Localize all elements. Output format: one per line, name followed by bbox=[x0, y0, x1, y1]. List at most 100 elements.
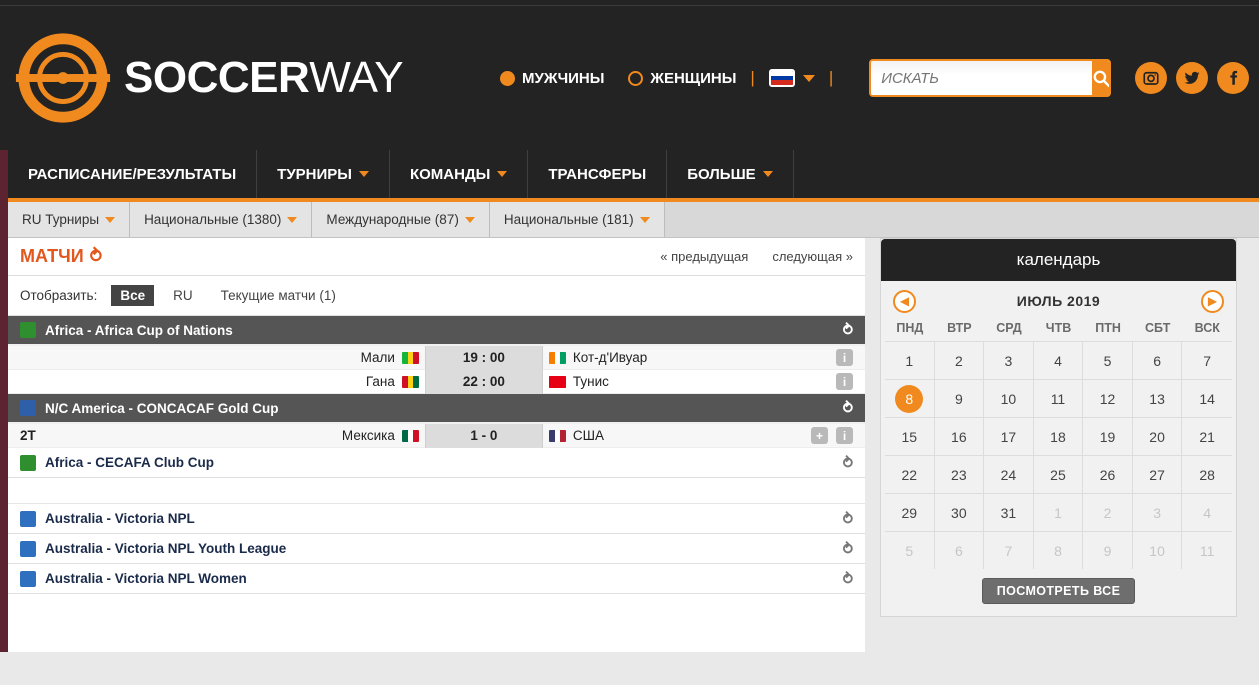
refresh-icon[interactable]: ⥁ bbox=[90, 246, 102, 267]
calendar-day-7[interactable]: 7 bbox=[984, 531, 1034, 569]
calendar-day-2[interactable]: 2 bbox=[1083, 493, 1133, 531]
away-team[interactable]: Тунис bbox=[543, 374, 775, 389]
filter-chip-ru[interactable]: RU bbox=[164, 285, 202, 306]
filter-chip-live[interactable]: Текущие матчи (1) bbox=[212, 285, 345, 306]
match-score[interactable]: 22 : 00 bbox=[424, 369, 543, 394]
plus-icon[interactable]: + bbox=[811, 427, 828, 444]
match-score[interactable]: 19 : 00 bbox=[424, 345, 543, 370]
usa-flag-icon bbox=[548, 429, 566, 442]
away-team[interactable]: США bbox=[543, 428, 775, 443]
home-team[interactable]: Гана bbox=[238, 374, 425, 389]
calendar-day-7[interactable]: 7 bbox=[1182, 341, 1232, 379]
calendar-day-24[interactable]: 24 bbox=[984, 455, 1034, 493]
calendar-day-1[interactable]: 1 bbox=[1033, 493, 1084, 531]
calendar-day-11[interactable]: 11 bbox=[1033, 379, 1084, 417]
calendar-day-19[interactable]: 19 bbox=[1083, 417, 1133, 455]
calendar-day-10[interactable]: 10 bbox=[984, 379, 1034, 417]
subnav-item-ru-tournaments[interactable]: RU Турниры bbox=[8, 202, 131, 237]
away-team[interactable]: Кот-д'Ивуар bbox=[543, 350, 775, 365]
group-header-victoria-npl-women[interactable]: Australia - Victoria NPL Women ⥁ bbox=[8, 564, 865, 594]
info-icon[interactable]: i bbox=[836, 373, 853, 390]
subnav-label: Национальные (1380) bbox=[144, 212, 282, 227]
calendar-day-21[interactable]: 21 bbox=[1182, 417, 1232, 455]
search-input[interactable] bbox=[871, 61, 1093, 95]
group-header-victoria-npl[interactable]: Australia - Victoria NPL ⥁ bbox=[8, 504, 865, 534]
logo[interactable]: SOCCERWAY bbox=[14, 29, 404, 127]
match-score[interactable]: 1 - 0 bbox=[424, 423, 543, 448]
calendar-day-3[interactable]: 3 bbox=[984, 341, 1034, 379]
calendar-day-8[interactable]: 8 bbox=[1033, 531, 1084, 569]
collapse-arrow-icon[interactable]: ⥁ bbox=[843, 399, 853, 417]
calendar-day-15[interactable]: 15 bbox=[885, 417, 935, 455]
table-row[interactable]: Мали 19 : 00 Кот-д'Ивуар i bbox=[8, 345, 865, 370]
subnav-label: Международные (87) bbox=[326, 212, 459, 227]
calendar-day-5[interactable]: 5 bbox=[885, 531, 935, 569]
calendar-day-25[interactable]: 25 bbox=[1033, 455, 1084, 493]
gender-toggle-women[interactable]: ЖЕНЩИНЫ bbox=[628, 70, 736, 87]
calendar-day-4[interactable]: 4 bbox=[1033, 341, 1084, 379]
home-team[interactable]: Мали bbox=[238, 350, 425, 365]
calendar-day-9[interactable]: 9 bbox=[1083, 531, 1133, 569]
group-header-africa-cup[interactable]: Africa - Africa Cup of Nations ⥁ bbox=[8, 316, 865, 346]
calendar-day-22[interactable]: 22 bbox=[885, 455, 935, 493]
group-header-victoria-npl-youth[interactable]: Australia - Victoria NPL Youth League ⥁ bbox=[8, 534, 865, 564]
calendar-day-5[interactable]: 5 bbox=[1083, 341, 1133, 379]
collapse-arrow-icon[interactable]: ⥁ bbox=[843, 454, 853, 472]
group-header-concacaf-gold-cup[interactable]: N/C America - CONCACAF Gold Cup ⥁ bbox=[8, 394, 865, 424]
info-icon[interactable]: i bbox=[836, 349, 853, 366]
calendar-day-28[interactable]: 28 bbox=[1182, 455, 1232, 493]
calendar-day-20[interactable]: 20 bbox=[1132, 417, 1183, 455]
search-button[interactable] bbox=[1092, 61, 1110, 95]
calendar-day-12[interactable]: 12 bbox=[1083, 379, 1133, 417]
collapse-arrow-icon[interactable]: ⥁ bbox=[843, 510, 853, 528]
next-page-link[interactable]: следующая » bbox=[772, 249, 853, 264]
subnav-item-international-87[interactable]: Международные (87) bbox=[312, 202, 490, 237]
collapse-arrow-icon[interactable]: ⥁ bbox=[843, 540, 853, 558]
twitter-icon[interactable] bbox=[1176, 62, 1208, 94]
info-icon[interactable]: i bbox=[836, 427, 853, 444]
calendar-day-13[interactable]: 13 bbox=[1132, 379, 1183, 417]
calendar-day-16[interactable]: 16 bbox=[934, 417, 985, 455]
nav-item-more[interactable]: БОЛЬШЕ bbox=[667, 150, 794, 198]
calendar-day-2[interactable]: 2 bbox=[934, 341, 985, 379]
collapse-arrow-icon[interactable]: ⥁ bbox=[843, 570, 853, 588]
calendar-day-9[interactable]: 9 bbox=[934, 379, 985, 417]
group-header-cecafa-club-cup[interactable]: Africa - CECAFA Club Cup ⥁ bbox=[8, 448, 865, 478]
instagram-icon[interactable] bbox=[1135, 62, 1167, 94]
calendar-day-14[interactable]: 14 bbox=[1182, 379, 1232, 417]
subnav-item-national-1380[interactable]: Национальные (1380) bbox=[130, 202, 313, 237]
calendar-day-11[interactable]: 11 bbox=[1182, 531, 1232, 569]
calendar-day-3[interactable]: 3 bbox=[1132, 493, 1183, 531]
language-selector[interactable] bbox=[768, 69, 815, 87]
facebook-icon[interactable] bbox=[1217, 62, 1249, 94]
calendar-day-6[interactable]: 6 bbox=[934, 531, 985, 569]
calendar-day-1[interactable]: 1 bbox=[885, 341, 935, 379]
calendar-day-27[interactable]: 27 bbox=[1132, 455, 1183, 493]
arrow-right-icon[interactable]: ▶ bbox=[1200, 289, 1224, 313]
view-all-button[interactable]: ПОСМОТРЕТЬ ВСЕ bbox=[981, 578, 1136, 604]
collapse-arrow-icon[interactable]: ⥁ bbox=[843, 321, 853, 339]
calendar-day-10[interactable]: 10 bbox=[1132, 531, 1183, 569]
calendar-day-31[interactable]: 31 bbox=[984, 493, 1034, 531]
calendar-day-6[interactable]: 6 bbox=[1132, 341, 1183, 379]
nav-item-teams[interactable]: КОМАНДЫ bbox=[390, 150, 529, 198]
nav-item-schedule[interactable]: РАСПИСАНИЕ/РЕЗУЛЬТАТЫ bbox=[8, 150, 258, 198]
calendar-day-18[interactable]: 18 bbox=[1033, 417, 1084, 455]
table-row[interactable]: 2Т Мексика 1 - 0 США + i bbox=[8, 423, 865, 448]
calendar-day-29[interactable]: 29 bbox=[885, 493, 935, 531]
gender-toggle-men[interactable]: МУЖЧИНЫ bbox=[500, 70, 604, 87]
calendar-day-8[interactable]: 8 bbox=[885, 379, 935, 417]
arrow-left-icon[interactable]: ◀ bbox=[893, 289, 916, 313]
filter-chip-all[interactable]: Все bbox=[111, 285, 155, 306]
subnav-item-national-181[interactable]: Национальные (181) bbox=[489, 202, 665, 237]
nav-item-tournaments[interactable]: ТУРНИРЫ bbox=[257, 150, 390, 198]
nav-item-transfers[interactable]: ТРАНСФЕРЫ bbox=[528, 150, 668, 198]
calendar-day-17[interactable]: 17 bbox=[984, 417, 1034, 455]
table-row[interactable]: Гана 22 : 00 Тунис i bbox=[8, 369, 865, 394]
home-team[interactable]: Мексика bbox=[238, 428, 425, 443]
calendar-day-23[interactable]: 23 bbox=[934, 455, 985, 493]
prev-page-link[interactable]: « предыдущая bbox=[660, 249, 748, 264]
calendar-day-26[interactable]: 26 bbox=[1083, 455, 1133, 493]
calendar-day-30[interactable]: 30 bbox=[934, 493, 985, 531]
calendar-day-4[interactable]: 4 bbox=[1182, 493, 1232, 531]
